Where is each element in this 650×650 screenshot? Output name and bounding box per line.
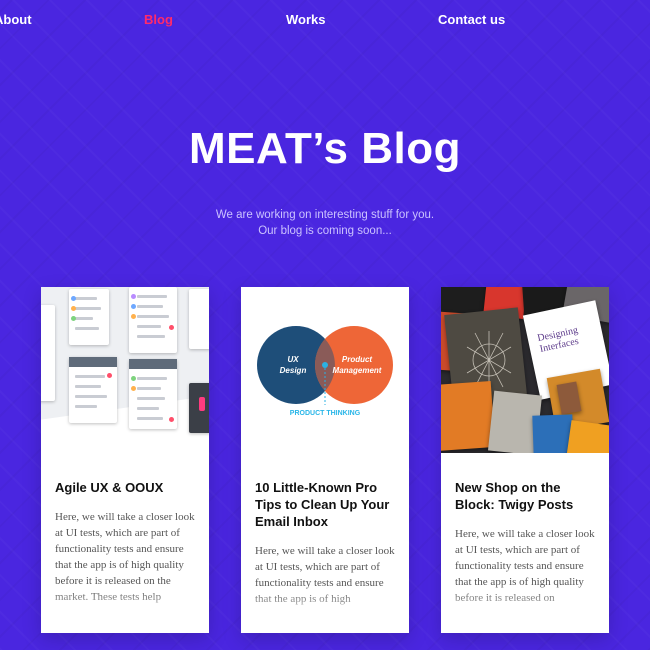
card-title[interactable]: New Shop on the Block: Twigy Posts — [455, 479, 599, 513]
page-subtitle: We are working on interesting stuff for … — [0, 207, 650, 239]
nav-blog[interactable]: Blog — [144, 12, 173, 27]
nav-works[interactable]: Works — [286, 12, 326, 27]
venn-caption: PRODUCT THINKING — [290, 410, 361, 417]
card-title[interactable]: 10 Little-Known Pro Tips to Clean Up You… — [255, 479, 399, 530]
card-title[interactable]: Agile UX & OOUX — [55, 479, 199, 496]
blog-card[interactable]: UX Design Product Management PRODUCT THI… — [241, 287, 409, 633]
venn-diagram: UX Design Product Management PRODUCT THI… — [257, 326, 393, 417]
books-photo: Designing Interfaces — [441, 287, 609, 453]
nav-about[interactable]: About — [0, 12, 32, 27]
excerpt-fade — [41, 587, 209, 633]
top-nav: About Blog Works Contact us — [0, 12, 650, 32]
ui-mockup-image — [41, 287, 209, 453]
blog-card[interactable]: Designing Interfaces New Shop on the Bloc… — [441, 287, 609, 633]
venn-right-label-2: Management — [333, 366, 382, 375]
venn-left-label-1: UX — [287, 355, 299, 364]
blog-card[interactable]: Agile UX & OOUX Here, we will take a clo… — [41, 287, 209, 633]
excerpt-fade — [441, 587, 609, 633]
subtitle-line-2: Our blog is coming soon... — [258, 225, 392, 237]
subtitle-line-1: We are working on interesting stuff for … — [215, 209, 435, 221]
venn-right-label-1: Product — [342, 355, 373, 364]
venn-left-label-2: Design — [280, 366, 307, 375]
excerpt-fade — [241, 587, 409, 633]
venn-diagram-image: UX Design Product Management PRODUCT THI… — [241, 287, 409, 453]
nav-contact[interactable]: Contact us — [438, 12, 505, 27]
page-title: MEAT’s Blog — [189, 124, 461, 173]
